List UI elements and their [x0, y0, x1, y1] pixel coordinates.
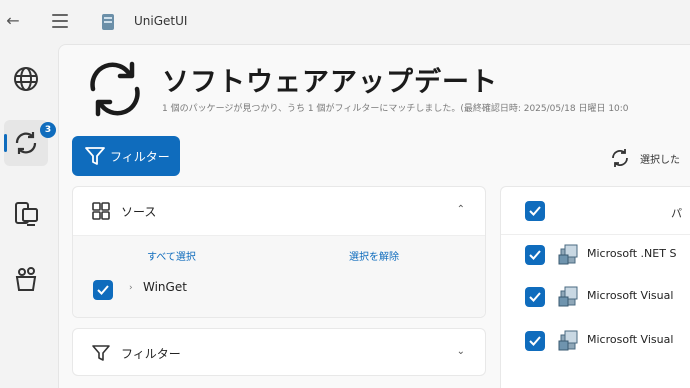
update-selected-label: 選択した — [640, 154, 680, 166]
sidebar: 3 — [0, 44, 56, 388]
sources-panel-title: ソース — [121, 204, 157, 219]
checkmark-icon — [529, 206, 541, 216]
hamburger-menu-icon[interactable] — [52, 14, 68, 28]
sync-icon — [15, 132, 37, 154]
chevron-up-icon[interactable]: ⌃ — [457, 204, 465, 215]
checkmark-icon — [529, 292, 541, 302]
checkmark-icon — [529, 250, 541, 260]
page-subtitle: 1 個のパッケージが見つかり、うち 1 個がフィルターにマッチしました。(最終確… — [162, 104, 629, 114]
package-icon — [558, 286, 578, 307]
nav-discover[interactable] — [4, 56, 48, 102]
sources-panel-body: すべて選択 選択を解除 › WinGet — [73, 235, 485, 317]
nav-bundles[interactable] — [4, 256, 48, 302]
winget-source-label: WinGet — [143, 280, 187, 294]
chevron-down-icon[interactable]: ⌄ — [457, 346, 465, 357]
package-name: Microsoft Visual — [587, 333, 674, 346]
winget-source-checkbox[interactable] — [93, 280, 113, 300]
filter-toggle-button[interactable]: フィルター — [72, 136, 180, 176]
package-name: Microsoft Visual — [587, 289, 674, 302]
package-checkbox[interactable] — [525, 287, 545, 307]
checkmark-icon — [529, 336, 541, 346]
page-title: ソフトウェアアップデート — [162, 67, 498, 98]
package-row[interactable]: Microsoft Visual — [501, 275, 690, 319]
back-arrow-icon[interactable]: ← — [4, 12, 22, 30]
package-checkbox[interactable] — [525, 245, 545, 265]
package-row[interactable]: Microsoft Visual — [501, 319, 690, 363]
globe-icon — [14, 67, 38, 91]
package-icon — [558, 330, 578, 351]
devices-icon — [15, 202, 38, 226]
package-row[interactable]: Microsoft .NET S — [501, 233, 690, 277]
package-checkbox[interactable] — [525, 331, 545, 351]
package-name: Microsoft .NET S — [587, 247, 677, 260]
package-list: パ Microsoft .NET S Microsoft Visual Micr… — [500, 186, 690, 388]
grid-sources-icon — [92, 202, 110, 220]
filter-funnel-icon — [85, 147, 105, 165]
filters-panel-title: フィルター — [121, 346, 181, 361]
deselect-all-link[interactable]: 選択を解除 — [349, 248, 399, 263]
app-title: UniGetUI — [134, 14, 188, 28]
select-all-link[interactable]: すべて選択 — [147, 248, 196, 263]
title-bar: ← UniGetUI — [0, 0, 690, 44]
package-icon — [558, 244, 578, 265]
filters-panel: フィルター ⌄ — [72, 328, 486, 376]
checkmark-icon — [97, 285, 109, 295]
sources-panel-header[interactable]: ソース ⌃ — [73, 187, 485, 235]
nav-updates[interactable]: 3 — [4, 120, 56, 166]
app-logo-icon — [102, 14, 114, 30]
package-column-header[interactable]: パ — [671, 205, 682, 221]
sources-panel: ソース ⌃ すべて選択 選択を解除 › WinGet — [72, 186, 486, 318]
filters-panel-header[interactable]: フィルター ⌄ — [73, 329, 485, 377]
sync-large-icon — [90, 61, 140, 117]
chevron-right-icon[interactable]: › — [129, 283, 133, 293]
filter-funnel-icon — [92, 345, 110, 361]
updates-count-badge: 3 — [40, 122, 56, 138]
sync-small-icon — [612, 149, 628, 167]
package-list-header: パ — [501, 187, 690, 235]
update-selected-button[interactable]: 選択した — [610, 148, 680, 168]
select-all-packages-checkbox[interactable] — [525, 201, 545, 221]
nav-installed[interactable] — [4, 190, 48, 236]
package-bundle-icon — [15, 267, 37, 291]
filter-button-label: フィルター — [110, 149, 170, 164]
